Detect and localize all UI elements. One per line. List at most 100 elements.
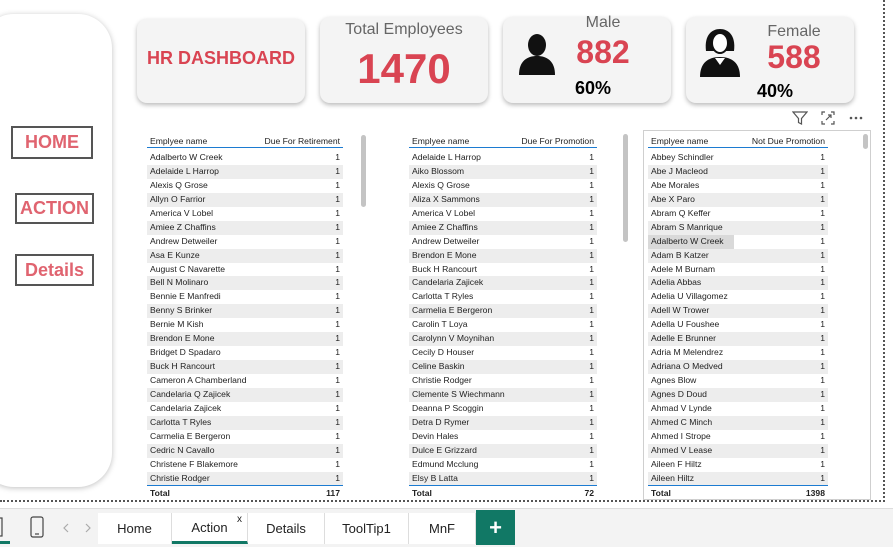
table-row[interactable]: Agnes Blow 1 bbox=[648, 374, 828, 388]
table-row[interactable]: Carolin T Loya 1 bbox=[409, 318, 597, 332]
table-row[interactable]: Abe X Paro 1 bbox=[648, 192, 828, 207]
table-row[interactable]: Adella U Foushee 1 bbox=[648, 318, 828, 332]
table-row[interactable]: Christie Rodger 1 bbox=[409, 374, 597, 388]
action-button[interactable]: ACTION bbox=[15, 193, 94, 224]
table-row[interactable]: August C Navarette 1 bbox=[147, 263, 343, 277]
table-row[interactable]: Bennie E Manfredi 1 bbox=[147, 290, 343, 304]
table-row[interactable]: Abbey Schindler 1 bbox=[648, 151, 828, 165]
not-due-promotion-table[interactable]: Emplyee name Not Due Promotion Abbey Sch… bbox=[648, 134, 828, 499]
tab-tooltip1[interactable]: ToolTip1 bbox=[325, 513, 409, 544]
table-row[interactable]: Cedric N Cavallo 1 bbox=[147, 443, 343, 458]
table-row[interactable]: Abe J Macleod 1 bbox=[648, 164, 828, 179]
table-row[interactable]: Aileen Hiltz 1 bbox=[648, 471, 828, 485]
table-row[interactable]: America V Lobel 1 bbox=[147, 207, 343, 221]
table-header[interactable]: Emplyee name Not Due Promotion bbox=[648, 134, 828, 148]
table-row[interactable]: Carmelia E Bergeron 1 bbox=[147, 430, 343, 444]
table-row[interactable]: Devin Hales 1 bbox=[409, 430, 597, 444]
tab-action[interactable]: Action x bbox=[172, 513, 248, 544]
table-row[interactable]: Agnes D Doud 1 bbox=[648, 387, 828, 402]
column-header-value[interactable]: Due For Promotion bbox=[521, 134, 594, 147]
table-row[interactable]: Candelaria Q Zajicek 1 bbox=[147, 387, 343, 402]
table-row[interactable]: Brendon E Mone 1 bbox=[409, 248, 597, 263]
add-page-button[interactable]: + bbox=[476, 510, 515, 545]
table-row[interactable]: Carmelia E Bergeron 1 bbox=[409, 304, 597, 319]
close-tab-icon[interactable]: x bbox=[237, 514, 242, 525]
next-page-icon[interactable] bbox=[84, 523, 92, 533]
table-row[interactable]: Adelia U Villagomez 1 bbox=[648, 290, 828, 304]
table-row[interactable]: Amiee Z Chaffins 1 bbox=[147, 220, 343, 235]
table-row[interactable]: Adell W Trower 1 bbox=[648, 304, 828, 319]
table-row[interactable]: Allyn O Farrior 1 bbox=[147, 192, 343, 207]
table-row[interactable]: Benny S Brinker 1 bbox=[147, 304, 343, 319]
column-header-name[interactable]: Emplyee name bbox=[651, 134, 708, 147]
table-row[interactable]: Aiko Blossom 1 bbox=[409, 164, 597, 179]
details-button[interactable]: Details bbox=[15, 254, 94, 286]
more-options-icon[interactable] bbox=[848, 110, 864, 126]
table-header[interactable]: Emplyee name Due For Retirement bbox=[147, 134, 343, 148]
table-row[interactable]: Ahmed I Strope 1 bbox=[648, 430, 828, 444]
table-row[interactable]: Dulce E Grizzard 1 bbox=[409, 443, 597, 458]
table-row[interactable]: Adria M Melendrez 1 bbox=[648, 346, 828, 360]
table-row[interactable]: Bridget D Spadaro 1 bbox=[147, 346, 343, 360]
tab-home[interactable]: Home bbox=[98, 513, 172, 544]
table-row[interactable]: Andrew Detweiler 1 bbox=[409, 235, 597, 249]
table-row[interactable]: Adelle E Brunner 1 bbox=[648, 332, 828, 347]
table-row[interactable]: Asa E Kunze 1 bbox=[147, 248, 343, 263]
filter-icon[interactable] bbox=[792, 110, 808, 126]
table-row[interactable]: Adelia Abbas 1 bbox=[648, 276, 828, 291]
column-header-name[interactable]: Emplyee name bbox=[150, 134, 207, 147]
table-row[interactable]: Adalberto W Creek 1 bbox=[648, 234, 828, 249]
table-row[interactable]: Christene F Blakemore 1 bbox=[147, 458, 343, 472]
table-row[interactable]: Abram S Manrique 1 bbox=[648, 220, 828, 235]
tab-mnf[interactable]: MnF bbox=[409, 513, 476, 544]
table-row[interactable]: Adelaide L Harrop 1 bbox=[147, 164, 343, 179]
table-row[interactable]: Ahmed V Lease 1 bbox=[648, 443, 828, 458]
table-row[interactable]: Alexis Q Grose 1 bbox=[409, 179, 597, 193]
table-row[interactable]: Celine Baskin 1 bbox=[409, 360, 597, 374]
column-header-value[interactable]: Not Due Promotion bbox=[752, 134, 825, 147]
table-row[interactable]: Cameron A Chamberland 1 bbox=[147, 374, 343, 388]
table-row[interactable]: Abram Q Keffer 1 bbox=[648, 207, 828, 221]
table-row[interactable]: Aileen F Hiltz 1 bbox=[648, 458, 828, 472]
table-row[interactable]: Carolynn V Moynihan 1 bbox=[409, 332, 597, 347]
table-row[interactable]: Detra D Rymer 1 bbox=[409, 415, 597, 430]
table-row[interactable]: Candelaria Zajicek 1 bbox=[147, 402, 343, 416]
table-row[interactable]: Adam B Katzer 1 bbox=[648, 248, 828, 263]
table-row[interactable]: Christie Rodger 1 bbox=[147, 471, 343, 485]
not-due-scrollbar[interactable] bbox=[863, 134, 868, 149]
table-row[interactable]: America V Lobel 1 bbox=[409, 207, 597, 221]
table-row[interactable]: Edmund Mcclung 1 bbox=[409, 458, 597, 472]
table-row[interactable]: Adelaide L Harrop 1 bbox=[409, 151, 597, 165]
promotion-table[interactable]: Emplyee name Due For Promotion Adelaide … bbox=[409, 134, 597, 499]
table-row[interactable]: Buck H Rancourt 1 bbox=[147, 360, 343, 374]
mobile-layout-icon[interactable] bbox=[30, 516, 44, 538]
table-row[interactable]: Bernie M Kish 1 bbox=[147, 318, 343, 332]
promotion-scrollbar[interactable] bbox=[623, 134, 628, 242]
table-row[interactable]: Cecily D Houser 1 bbox=[409, 346, 597, 360]
table-row[interactable]: Candelaria Zajicek 1 bbox=[409, 276, 597, 291]
table-row[interactable]: Bell N Molinaro 1 bbox=[147, 276, 343, 291]
table-row[interactable]: Adalberto W Creek 1 bbox=[147, 151, 343, 165]
focus-mode-icon[interactable] bbox=[820, 110, 836, 126]
retirement-table[interactable]: Emplyee name Due For Retirement Adalbert… bbox=[147, 134, 343, 499]
table-row[interactable]: Clemente S Wiechmann 1 bbox=[409, 387, 597, 402]
table-row[interactable]: Ahmad V Lynde 1 bbox=[648, 402, 828, 416]
tab-details[interactable]: Details bbox=[248, 513, 325, 544]
table-row[interactable]: Adele M Burnam 1 bbox=[648, 263, 828, 277]
table-row[interactable]: Carlotta T Ryles 1 bbox=[409, 290, 597, 304]
table-row[interactable]: Ahmed C Minch 1 bbox=[648, 415, 828, 430]
table-row[interactable]: Deanna P Scoggin 1 bbox=[409, 402, 597, 416]
column-header-value[interactable]: Due For Retirement bbox=[265, 134, 340, 147]
table-row[interactable]: Adriana O Medved 1 bbox=[648, 360, 828, 374]
table-row[interactable]: Elsy B Latta 1 bbox=[409, 471, 597, 485]
table-row[interactable]: Carlotta T Ryles 1 bbox=[147, 415, 343, 430]
table-row[interactable]: Amiee Z Chaffins 1 bbox=[409, 220, 597, 235]
table-row[interactable]: Buck H Rancourt 1 bbox=[409, 263, 597, 277]
home-button[interactable]: HOME bbox=[11, 126, 93, 159]
table-row[interactable]: Brendon E Mone 1 bbox=[147, 332, 343, 347]
column-header-name[interactable]: Emplyee name bbox=[412, 134, 469, 147]
table-row[interactable]: Andrew Detweiler 1 bbox=[147, 235, 343, 249]
table-row[interactable]: Aliza X Sammons 1 bbox=[409, 192, 597, 207]
desktop-layout-icon[interactable] bbox=[0, 517, 7, 539]
prev-page-icon[interactable] bbox=[62, 523, 70, 533]
